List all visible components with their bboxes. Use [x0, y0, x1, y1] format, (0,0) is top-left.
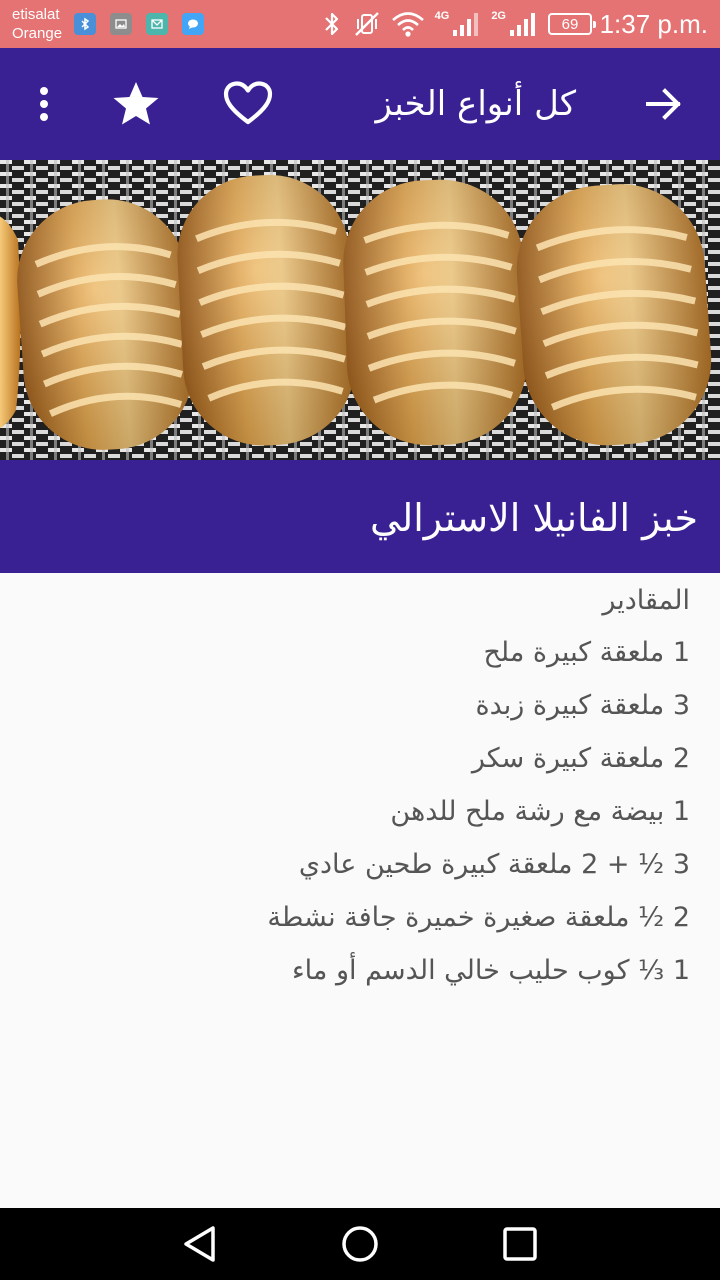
bread-photo: [0, 160, 720, 460]
battery-icon: 69: [548, 13, 596, 35]
ingredient-item: 1 ملعقة كبيرة ملح: [483, 637, 690, 668]
bluetooth-icon: [324, 12, 338, 36]
wifi-icon: [391, 12, 424, 37]
nav-recents-button[interactable]: [488, 1220, 552, 1268]
app-title: كل أنواع الخبز: [375, 84, 576, 124]
ingredient-item: 2 ملعقة كبيرة سكر: [471, 743, 690, 774]
network-2g-label: 2G: [491, 10, 506, 22]
vibrate-off-icon: [354, 12, 379, 36]
ingredient-item: 3 ملعقة كبيرة زبدة: [475, 690, 690, 721]
ingredients-heading: المقادير: [602, 585, 690, 616]
carrier-line-2: Orange: [12, 25, 63, 42]
nav-back-button[interactable]: [168, 1220, 232, 1268]
more-options-button[interactable]: [12, 72, 76, 136]
system-icons: 4G 2G 69: [321, 10, 596, 38]
recipe-title-band: خبز الفانيلا الاسترالي: [0, 460, 720, 573]
signal-2g-icon: [510, 13, 535, 36]
email-icon: [146, 13, 168, 35]
bluetooth-share-icon: [74, 13, 96, 35]
nav-home-icon: [342, 1226, 378, 1262]
network-4g-label: 4G: [434, 10, 450, 22]
notification-icons: [74, 13, 204, 35]
ingredient-item: 1 بيضة مع رشة ملح للدهن: [390, 796, 690, 827]
heart-outline-icon: [223, 81, 273, 125]
star-icon: [113, 82, 159, 125]
signal-4g-icon: [453, 13, 479, 36]
recipe-title: خبز الفانيلا الاسترالي: [369, 496, 698, 540]
favorite-star-button[interactable]: [104, 72, 168, 136]
messaging-icon: [182, 13, 204, 35]
nav-recents-icon: [503, 1227, 537, 1261]
battery-level: 69: [561, 15, 579, 33]
status-bar: etisalat Orange 4G 2G 69 1:37 p.m.: [0, 0, 720, 48]
gallery-icon: [110, 13, 132, 35]
recipe-content[interactable]: المقادير 1 ملعقة كبيرة ملح 3 ملعقة كبيرة…: [0, 573, 720, 1208]
more-vert-icon: [40, 87, 48, 121]
like-heart-button[interactable]: [216, 72, 280, 136]
arrow-forward-icon: [646, 88, 681, 120]
app-bar: كل أنواع الخبز: [0, 48, 720, 160]
ingredients-list: 1 ملعقة كبيرة ملح 3 ملعقة كبيرة زبدة 2 م…: [267, 633, 690, 1004]
back-button[interactable]: [632, 72, 696, 136]
recipe-image: [0, 160, 720, 460]
nav-back-icon: [184, 1226, 215, 1262]
carrier-label: etisalat Orange: [12, 5, 62, 43]
clock: 1:37 p.m.: [599, 9, 708, 39]
carrier-line-1: etisalat: [12, 6, 60, 23]
ingredient-item: 1 ⅓ كوب حليب خالي الدسم أو ماء: [291, 955, 690, 986]
navigation-bar: [0, 1208, 720, 1280]
nav-home-button[interactable]: [328, 1220, 392, 1268]
ingredient-item: 2 ½ ملعقة صغيرة خميرة جافة نشطة: [267, 902, 690, 933]
ingredient-item: 3 ½ + 2 ملعقة كبيرة طحين عادي: [298, 849, 690, 880]
